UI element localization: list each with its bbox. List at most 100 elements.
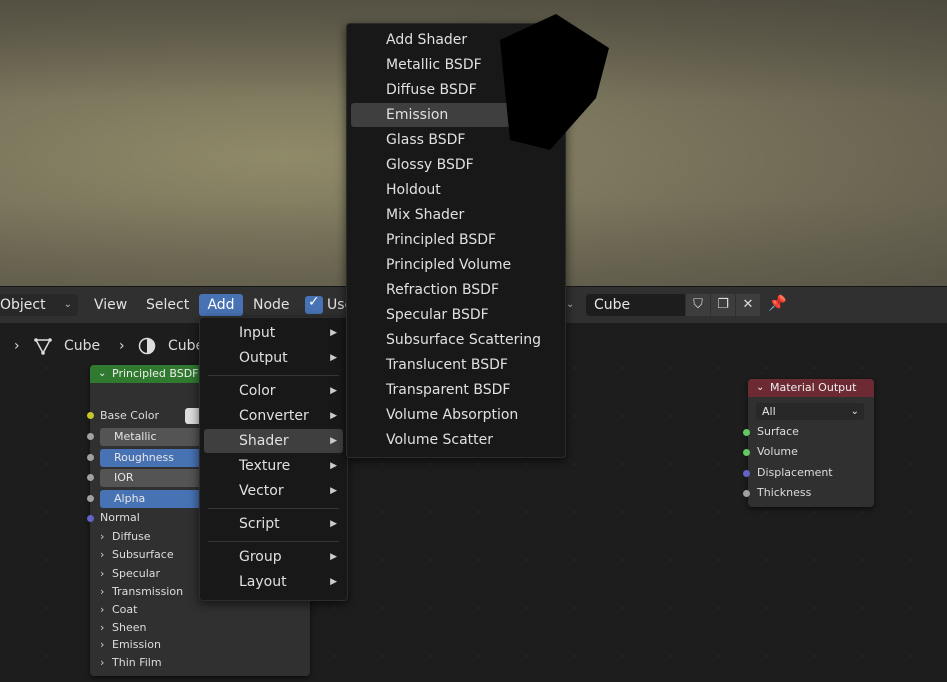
chevron-right-icon: › [100, 621, 105, 634]
editor-type-label: Object [0, 297, 46, 313]
target-dropdown[interactable]: All ⌄ [756, 403, 864, 420]
panel-label: Coat [112, 603, 138, 616]
chevron-right-icon: › [100, 530, 105, 543]
menu-item-transparent-bsdf[interactable]: Transparent BSDF [351, 378, 561, 402]
submenu-arrow-icon: ▶ [330, 328, 337, 338]
material-icon [138, 337, 156, 355]
socket-metallic[interactable] [87, 433, 94, 440]
socket-displacement[interactable] [743, 470, 750, 477]
panel-sheen[interactable]: › Sheen [100, 619, 146, 637]
menu-item-specular-bsdf[interactable]: Specular BSDF [351, 303, 561, 327]
node-title[interactable]: ⌄ Material Output [748, 379, 874, 397]
menu-item-translucent-bsdf[interactable]: Translucent BSDF [351, 353, 561, 377]
panel-label: Thin Film [112, 656, 162, 669]
chevron-right-icon: › [119, 338, 125, 354]
menu-item-holdout[interactable]: Holdout [351, 178, 561, 202]
menu-item-vector[interactable]: Vector ▶ [204, 479, 343, 503]
chevron-down-icon[interactable]: ⌄ [98, 365, 106, 383]
chevron-down-icon[interactable]: ⌄ [566, 294, 574, 316]
target-label: All [762, 405, 776, 418]
menu-item-converter[interactable]: Converter ▶ [204, 404, 343, 428]
menu-item-refraction-bsdf[interactable]: Refraction BSDF [351, 278, 561, 302]
menu-item-principled-bsdf[interactable]: Principled BSDF [351, 228, 561, 252]
panel-coat[interactable]: › Coat [100, 601, 137, 619]
use-nodes-checkbox[interactable] [305, 294, 323, 314]
add-menu: Input ▶ Output ▶ Color ▶ Converter ▶ Shader ▶… [199, 317, 348, 601]
submenu-arrow-icon: ▶ [330, 411, 337, 421]
panel-label: Specular [112, 567, 161, 580]
chevron-right-icon: › [100, 585, 105, 598]
panel-label: Emission [112, 638, 161, 651]
panel-thin-film[interactable]: › Thin Film [100, 654, 162, 672]
socket-normal[interactable] [87, 515, 94, 522]
pin-icon[interactable]: 📌 [768, 294, 787, 312]
socket-base-color[interactable] [87, 412, 94, 419]
submenu-arrow-icon: ▶ [330, 552, 337, 562]
chevron-down-icon: ⌄ [850, 406, 859, 417]
base-color-label: Base Color [100, 409, 160, 422]
node-title-label: Material Output [770, 381, 857, 394]
menu-view[interactable]: View [94, 294, 127, 316]
fake-user-shield-icon[interactable]: ⛉ [686, 294, 710, 316]
menu-item-principled-volume[interactable]: Principled Volume [351, 253, 561, 277]
panel-emission[interactable]: › Emission [100, 636, 161, 654]
socket-alpha[interactable] [87, 495, 94, 502]
submenu-arrow-icon: ▶ [330, 353, 337, 363]
menu-item-input[interactable]: Input ▶ [204, 321, 343, 345]
material-output-node[interactable]: ⌄ Material Output All ⌄ Surface Volume D… [748, 379, 874, 507]
submenu-arrow-icon: ▶ [330, 461, 337, 471]
menu-item-layout[interactable]: Layout ▶ [204, 570, 343, 594]
menu-item-mix-shader[interactable]: Mix Shader [351, 203, 561, 227]
editor-type-dropdown[interactable]: Object ⌄ [0, 294, 78, 316]
panel-transmission[interactable]: › Transmission [100, 583, 183, 601]
panel-subsurface[interactable]: › Subsurface [100, 546, 174, 564]
submenu-arrow-icon: ▶ [330, 577, 337, 587]
panel-diffuse[interactable]: › Diffuse [100, 528, 151, 546]
menu-separator [208, 375, 339, 376]
close-icon[interactable]: ✕ [736, 294, 760, 316]
menu-item-volume-absorption[interactable]: Volume Absorption [351, 403, 561, 427]
panel-specular[interactable]: › Specular [100, 565, 160, 583]
chevron-right-icon: › [100, 567, 105, 580]
node-title-label: Principled BSDF [112, 367, 199, 380]
chevron-down-icon: ⌄ [63, 299, 72, 310]
menu-node[interactable]: Node [253, 294, 290, 316]
menu-select[interactable]: Select [146, 294, 189, 316]
socket-thickness[interactable] [743, 490, 750, 497]
surface-label: Surface [757, 425, 799, 438]
material-name-field[interactable]: Cube [586, 294, 685, 316]
submenu-arrow-icon: ▶ [330, 486, 337, 496]
chevron-right-icon: › [100, 603, 105, 616]
chevron-right-icon: › [100, 656, 105, 669]
socket-ior[interactable] [87, 474, 94, 481]
menu-item-group[interactable]: Group ▶ [204, 545, 343, 569]
panel-label: Diffuse [112, 530, 151, 543]
menu-item-output[interactable]: Output ▶ [204, 346, 343, 370]
chevron-right-icon: › [100, 638, 105, 651]
socket-roughness[interactable] [87, 454, 94, 461]
submenu-arrow-icon: ▶ [330, 386, 337, 396]
breadcrumb-object: Cube [64, 338, 101, 354]
chevron-right-icon: › [14, 338, 20, 354]
menu-separator [208, 508, 339, 509]
cube-object[interactable] [470, 0, 630, 160]
chevron-down-icon[interactable]: ⌄ [756, 379, 764, 397]
submenu-arrow-icon: ▶ [330, 519, 337, 529]
normal-label: Normal [100, 511, 140, 524]
menu-item-subsurface-scattering[interactable]: Subsurface Scattering [351, 328, 561, 352]
menu-add[interactable]: Add [199, 294, 243, 316]
menu-item-shader[interactable]: Shader ▶ [204, 429, 343, 453]
panel-label: Sheen [112, 621, 147, 634]
volume-label: Volume [757, 445, 798, 458]
menu-item-texture[interactable]: Texture ▶ [204, 454, 343, 478]
socket-volume[interactable] [743, 449, 750, 456]
duplicate-material-icon[interactable]: ❐ [711, 294, 735, 316]
submenu-arrow-icon: ▶ [330, 436, 337, 446]
displacement-label: Displacement [757, 466, 833, 479]
menu-item-volume-scatter[interactable]: Volume Scatter [351, 428, 561, 452]
menu-item-script[interactable]: Script ▶ [204, 512, 343, 536]
menu-item-color[interactable]: Color ▶ [204, 379, 343, 403]
mesh-icon [34, 338, 52, 355]
socket-surface[interactable] [743, 429, 750, 436]
thickness-label: Thickness [757, 486, 812, 499]
